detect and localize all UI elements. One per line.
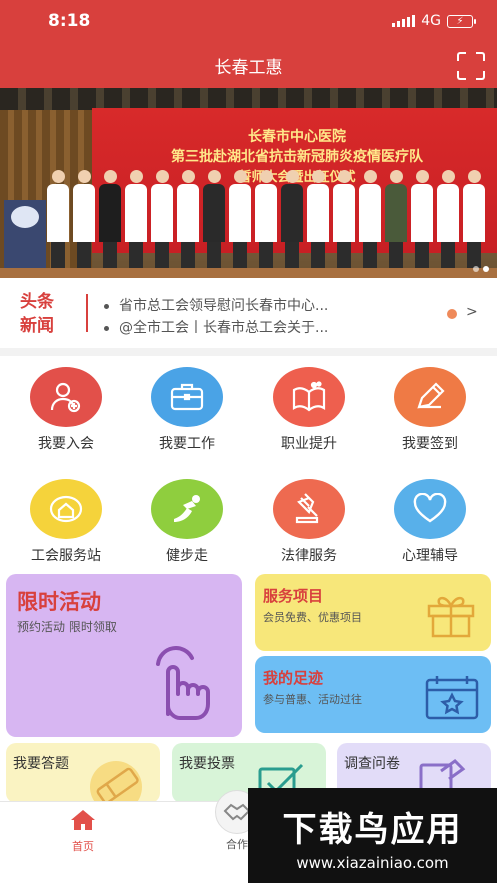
nav-item-home[interactable]: 首页 [53, 808, 113, 854]
grid-item-career-growth[interactable]: 职业提升 [249, 367, 369, 453]
running-icon [151, 479, 223, 539]
gavel-icon [273, 479, 345, 539]
banner-person [150, 170, 174, 270]
banner-person [462, 170, 486, 270]
grid-item-join-union[interactable]: 我要入会 [6, 367, 126, 453]
banner-people [46, 170, 486, 270]
house-icon [30, 479, 102, 539]
gift-box-icon [425, 592, 477, 644]
calendar-star-icon [423, 672, 481, 726]
eraser-icon [86, 757, 146, 803]
network-type: 4G [421, 13, 441, 29]
footprint-card[interactable]: 我的足迹 参与普惠、活动过往 [255, 656, 491, 733]
banner-person [98, 170, 122, 270]
user-add-icon [30, 367, 102, 427]
bullet-icon [104, 303, 109, 309]
headline-news[interactable]: 头条 新闻 省市总工会领导慰问长春市中心... @全市工会丨长春市总工会关于..… [0, 278, 497, 348]
watermark-title: 下载鸟应用 [282, 810, 463, 850]
grid-item-legal-service[interactable]: 法律服务 [249, 479, 369, 565]
banner-person [254, 170, 278, 270]
banner-line-2: 第三批赴湖北省抗击新冠肺炎疫情医疗队 [171, 149, 423, 165]
watermark-url: www.xiazainiao.com [296, 854, 449, 872]
banner-line-1: 长春市中心医院 [248, 129, 346, 145]
quiz-card[interactable]: 我要答题 [6, 743, 160, 803]
banner-person [228, 170, 252, 270]
podium-logo-icon [11, 206, 39, 228]
news-item[interactable]: @全市工会丨长春市总工会关于... [104, 317, 328, 337]
banner-person [332, 170, 356, 270]
news-more-arrow[interactable]: > [466, 304, 478, 320]
banner-person [72, 170, 96, 270]
grid-item-find-work[interactable]: 我要工作 [127, 367, 247, 453]
app-header: 8:18 4G ⚡ 长春工惠 [0, 0, 497, 88]
status-time: 8:18 [48, 11, 91, 31]
scan-icon[interactable] [457, 52, 485, 80]
heart-icon [394, 479, 466, 539]
function-grid: 我要入会 我要工作 职业提升 我要签到 工会服务站 健步走 法律服务 心理辅导 [0, 356, 497, 571]
services-card[interactable]: 服务项目 会员免费、优惠项目 [255, 574, 491, 651]
podium [4, 200, 46, 278]
status-bar-right: 4G ⚡ [392, 13, 476, 29]
grid-item-walking[interactable]: 健步走 [127, 479, 247, 565]
banner-person [384, 170, 408, 270]
book-icon [273, 367, 345, 427]
home-icon [53, 808, 113, 836]
banner-person [202, 170, 226, 270]
banner-person [436, 170, 460, 270]
grid-item-check-in[interactable]: 我要签到 [370, 367, 490, 453]
signal-icon [392, 15, 416, 27]
carousel-indicator [473, 266, 489, 272]
activity-cards: 限时活动 预约活动 限时领取 服务项目 会员免费、优惠项目 我的足迹 参与普惠、… [0, 571, 497, 803]
banner-person [176, 170, 200, 270]
banner-person [280, 170, 304, 270]
news-indicator-dot [447, 309, 457, 319]
limited-activity-card[interactable]: 限时活动 预约活动 限时领取 [6, 574, 242, 737]
battery-charging-icon: ⚡ [447, 14, 476, 28]
banner-person [410, 170, 434, 270]
news-item[interactable]: 省市总工会领导慰问长春市中心... [104, 295, 328, 315]
news-badge: 头条 新闻 [20, 292, 54, 336]
tap-hand-icon [152, 644, 226, 728]
pencil-icon [394, 367, 466, 427]
page-title: 长春工惠 [214, 58, 283, 78]
banner-person [46, 170, 70, 270]
carousel-dot-active [483, 266, 489, 272]
banner-person [124, 170, 148, 270]
banner-person [358, 170, 382, 270]
news-divider [86, 294, 88, 332]
watermark-logo: 下载鸟应用 www.xiazainiao.com [248, 788, 497, 883]
briefcase-icon [151, 367, 223, 427]
grid-item-service-station[interactable]: 工会服务站 [6, 479, 126, 565]
carousel-dot [473, 266, 479, 272]
grid-item-counseling[interactable]: 心理辅导 [370, 479, 490, 565]
bullet-icon [104, 325, 109, 331]
banner-person [306, 170, 330, 270]
banner-carousel[interactable]: 长春市中心医院 第三批赴湖北省抗击新冠肺炎疫情医疗队 誓师大会暨出征仪式 [0, 88, 497, 278]
